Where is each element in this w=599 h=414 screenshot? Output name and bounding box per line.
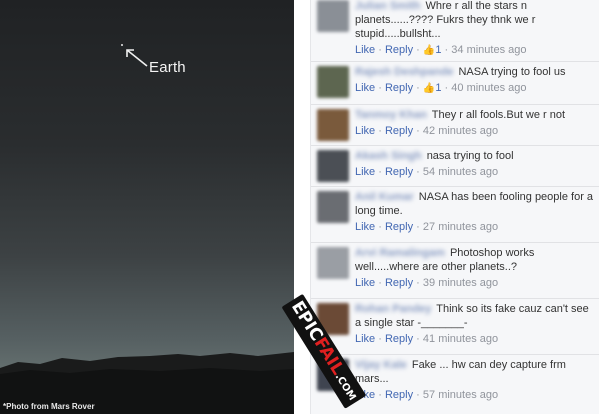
- comment-item: Tanmoy Khan They r all fools.But we r no…: [311, 105, 599, 146]
- avatar[interactable]: [317, 303, 349, 335]
- like-link[interactable]: Like: [355, 221, 375, 233]
- reply-link[interactable]: Reply: [385, 82, 413, 94]
- like-link[interactable]: Like: [355, 82, 375, 94]
- avatar[interactable]: [317, 150, 349, 182]
- comment-timestamp[interactable]: 54 minutes ago: [423, 166, 498, 178]
- comment-text: NASA trying to fool us: [458, 66, 566, 78]
- comment-author[interactable]: Arvi Ramalingam: [355, 246, 445, 260]
- comment-item: Rohan Pandey Think so its fake cauz can'…: [311, 299, 599, 355]
- comment-timestamp[interactable]: 27 minutes ago: [423, 221, 498, 233]
- comment-actions: Like · Reply · 39 minutes ago: [355, 277, 499, 289]
- comment-actions: Like · Reply · 👍1 · 34 minutes ago: [355, 44, 527, 56]
- arrow-icon: [126, 49, 148, 67]
- mars-rover-photo: Earth *Photo from Mars Rover: [0, 0, 294, 414]
- comment-author[interactable]: Rohan Pandey: [355, 302, 431, 316]
- comment-author[interactable]: Rajesh Deshpande: [355, 65, 453, 79]
- comment-text: nasa trying to fool: [426, 150, 514, 162]
- like-link[interactable]: Like: [355, 166, 375, 178]
- comment-timestamp[interactable]: 34 minutes ago: [451, 44, 526, 56]
- comment-item: Akash Singh nasa trying to fool Like · R…: [311, 146, 599, 187]
- like-link[interactable]: Like: [355, 389, 375, 401]
- comment-actions: Like · Reply · 42 minutes ago: [355, 125, 499, 137]
- thumbs-up-icon: 👍: [422, 83, 436, 94]
- reply-link[interactable]: Reply: [385, 44, 413, 56]
- comment-timestamp[interactable]: 39 minutes ago: [423, 277, 498, 289]
- comment-actions: Like · Reply · 27 minutes ago: [355, 221, 499, 233]
- comment-actions: Like · Reply · 👍1 · 40 minutes ago: [355, 82, 527, 94]
- panel-divider: [294, 0, 310, 414]
- reply-link[interactable]: Reply: [385, 221, 413, 233]
- comment-item: Anil Kumar NASA has been fooling people …: [311, 187, 599, 243]
- reply-link[interactable]: Reply: [385, 389, 413, 401]
- comment-actions: Like · Reply · 54 minutes ago: [355, 166, 499, 178]
- earth-dot: [121, 44, 123, 46]
- comment-author[interactable]: Vijay Kale: [355, 358, 407, 372]
- avatar[interactable]: [317, 191, 349, 223]
- like-count[interactable]: 1: [435, 44, 441, 56]
- comment-item: Vijay Kale Fake ... hw can dey capture f…: [311, 355, 599, 414]
- comment-timestamp[interactable]: 42 minutes ago: [423, 125, 498, 137]
- earth-label: Earth: [149, 59, 186, 76]
- comment-author[interactable]: Anil Kumar: [355, 190, 414, 204]
- comment-timestamp[interactable]: 57 minutes ago: [423, 389, 498, 401]
- like-count[interactable]: 1: [435, 82, 441, 94]
- comment-actions: Like · Reply · 57 minutes ago: [355, 389, 499, 401]
- comment-author[interactable]: Akash Singh: [355, 149, 422, 163]
- avatar[interactable]: [317, 359, 349, 391]
- like-link[interactable]: Like: [355, 125, 375, 137]
- avatar[interactable]: [317, 247, 349, 279]
- comment-text: They r all fools.But we r not: [431, 109, 566, 121]
- thumbs-up-icon: 👍: [422, 45, 436, 56]
- reply-link[interactable]: Reply: [385, 333, 413, 345]
- comment-timestamp[interactable]: 41 minutes ago: [423, 333, 498, 345]
- comment-author[interactable]: Tanmoy Khan: [355, 108, 427, 122]
- like-link[interactable]: Like: [355, 333, 375, 345]
- like-link[interactable]: Like: [355, 277, 375, 289]
- reply-link[interactable]: Reply: [385, 166, 413, 178]
- like-link[interactable]: Like: [355, 44, 375, 56]
- comment-actions: Like · Reply · 41 minutes ago: [355, 333, 499, 345]
- comment-item: Rajesh Deshpande NASA trying to fool us …: [311, 62, 599, 105]
- comments-panel: Julian Smith Whre r all the stars n plan…: [310, 0, 599, 414]
- comment-timestamp[interactable]: 40 minutes ago: [451, 82, 526, 94]
- avatar[interactable]: [317, 66, 349, 98]
- reply-link[interactable]: Reply: [385, 277, 413, 289]
- comment-item: Arvi Ramalingam Photoshop works well....…: [311, 243, 599, 299]
- reply-link[interactable]: Reply: [385, 125, 413, 137]
- photo-caption: *Photo from Mars Rover: [3, 402, 95, 411]
- avatar[interactable]: [317, 0, 349, 32]
- avatar[interactable]: [317, 109, 349, 141]
- comment-author[interactable]: Julian Smith: [355, 0, 420, 13]
- comment-item: Julian Smith Whre r all the stars n plan…: [311, 0, 599, 62]
